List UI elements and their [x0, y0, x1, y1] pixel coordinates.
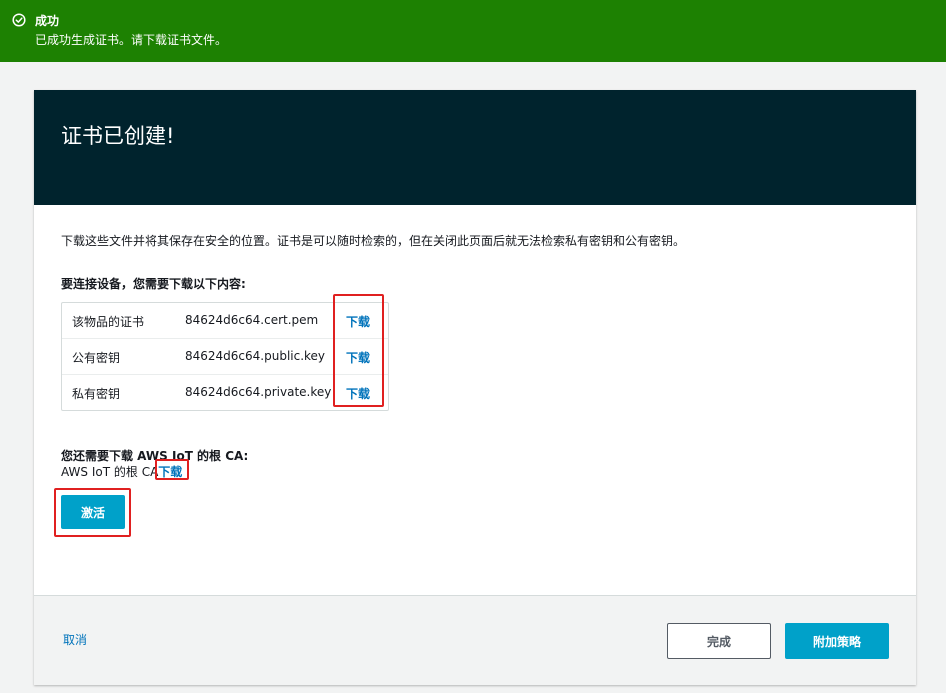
root-ca-text: AWS IoT 的根 CA [61, 465, 159, 479]
download-section-title: 要连接设备，您需要下载以下内容: [61, 277, 246, 291]
file-name: 84624d6c64.private.key [185, 385, 332, 399]
certificate-card: 证书已创建! 下载这些文件并将其保存在安全的位置。证书是可以随时检索的，但在关闭… [34, 90, 916, 685]
description-text: 下载这些文件并将其保存在安全的位置。证书是可以随时检索的，但在关闭此页面后就无法… [61, 234, 686, 248]
activate-button[interactable]: 激活 [61, 495, 125, 529]
certificate-files-table: 该物品的证书 84624d6c64.cert.pem 下载 公有密钥 84624… [61, 302, 389, 411]
success-banner: 成功 已成功生成证书。请下载证书文件。 [0, 0, 946, 62]
cancel-link[interactable]: 取消 [63, 631, 87, 648]
file-name: 84624d6c64.public.key [185, 349, 326, 363]
download-cert-link[interactable]: 下载 [346, 313, 370, 330]
file-name: 84624d6c64.cert.pem [185, 313, 319, 327]
card-footer: 取消 完成 附加策略 [34, 595, 916, 685]
check-circle-icon [12, 13, 26, 27]
cert-row-private-key: 私有密钥 84624d6c64.private.key 下载 [62, 375, 388, 411]
cert-row-public-key: 公有密钥 84624d6c64.public.key 下载 [62, 339, 388, 375]
file-label: 私有密钥 [72, 387, 121, 401]
file-label: 该物品的证书 [72, 315, 145, 329]
download-public-key-link[interactable]: 下载 [346, 349, 370, 366]
root-ca-title: 您还需要下载 AWS IoT 的根 CA: [61, 449, 249, 463]
download-root-ca-link[interactable]: 下载 [158, 465, 182, 479]
banner-message: 已成功生成证书。请下载证书文件。 [35, 33, 228, 47]
cert-row-certificate: 该物品的证书 84624d6c64.cert.pem 下载 [62, 303, 388, 339]
banner-title: 成功 [35, 14, 60, 28]
download-private-key-link[interactable]: 下载 [346, 385, 370, 402]
card-header: 证书已创建! [34, 90, 916, 205]
file-label: 公有密钥 [72, 351, 121, 365]
done-button[interactable]: 完成 [667, 623, 771, 659]
root-ca-line: AWS IoT 的根 CA下载 [61, 463, 182, 480]
page-title: 证书已创建! [61, 124, 175, 148]
attach-policy-button[interactable]: 附加策略 [785, 623, 889, 659]
